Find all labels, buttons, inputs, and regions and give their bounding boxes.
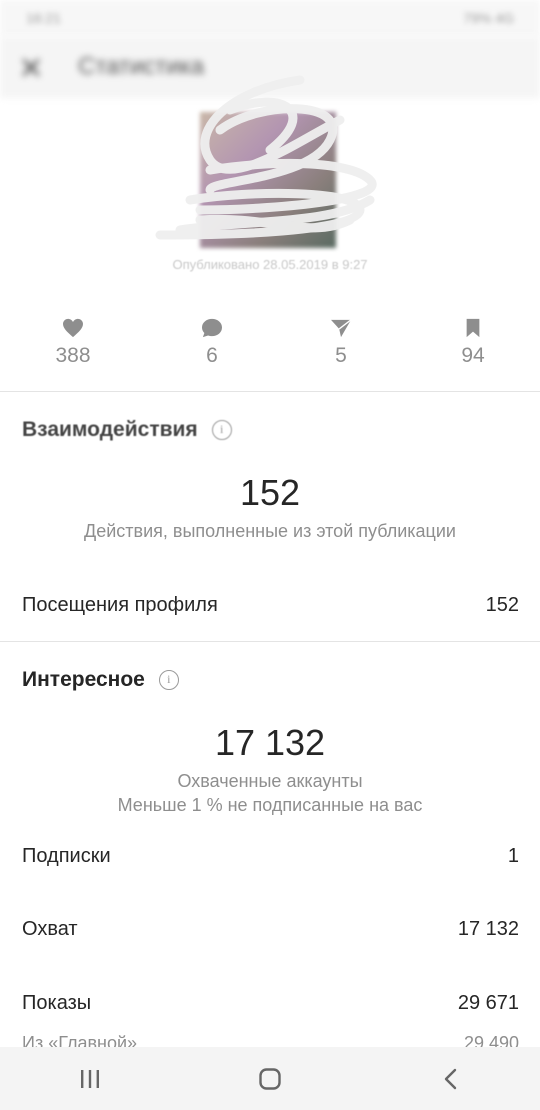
divider (0, 391, 540, 392)
bookmark-icon (466, 318, 480, 338)
heart-icon (63, 318, 83, 338)
info-icon[interactable]: i (158, 670, 179, 690)
row-profile-visits: Посещения профиля 152 (22, 594, 519, 617)
likes-count: 388 (55, 344, 91, 367)
row-follows: Подписки 1 (22, 845, 519, 868)
back-button[interactable] (420, 1059, 480, 1099)
discovery-title-text: Интересное (22, 668, 145, 691)
row-label: Охват (22, 918, 78, 940)
home-icon (259, 1067, 281, 1090)
saves-count: 94 (461, 344, 485, 367)
interactions-caption: Действия, выполненные из этой публикации (84, 521, 456, 541)
shares-count: 5 (335, 344, 347, 367)
home-button[interactable] (240, 1059, 300, 1099)
back-icon (444, 1068, 457, 1089)
stat-comments: 6 (172, 318, 252, 368)
scribble-redaction (155, 75, 377, 240)
row-label: Подписки (22, 845, 111, 867)
discovery-caption-2: Меньше 1 % не подписанные на вас (117, 795, 423, 815)
discovery-total: 17 132 (214, 722, 326, 763)
stat-likes: 388 (33, 318, 113, 368)
published-date: Опубликовано 28.05.2019 в 9:27 (172, 257, 368, 272)
row-label: Посещения профиля (22, 594, 218, 616)
row-value: 152 (485, 594, 519, 616)
recents-icon (81, 1069, 99, 1088)
discovery-title: Интересное i (22, 668, 179, 692)
navigation-bar (0, 1047, 540, 1110)
row-value: 1 (507, 845, 519, 867)
row-reach: Охват 17 132 (22, 918, 519, 941)
comment-icon (202, 318, 222, 338)
row-value: 17 132 (457, 918, 519, 940)
discovery-caption-1: Охваченные аккаунты (177, 771, 363, 791)
status-time: 16:21 (26, 10, 62, 26)
row-value: 29 671 (457, 992, 519, 1014)
row-impressions: Показы 29 671 (22, 992, 519, 1015)
info-icon[interactable]: i (211, 420, 232, 440)
status-bar: 16:21 79% 4G (0, 0, 540, 36)
row-label: Показы (22, 992, 92, 1014)
stat-saves: 94 (433, 318, 513, 368)
recents-button[interactable] (60, 1059, 120, 1099)
close-icon[interactable] (20, 56, 42, 78)
stat-shares: 5 (301, 318, 381, 368)
send-icon (331, 319, 352, 338)
status-indicators: 79% 4G (463, 10, 514, 26)
divider (0, 641, 540, 642)
interactions-title: Взаимодействия i (22, 418, 232, 442)
interactions-title-text: Взаимодействия (22, 418, 198, 441)
stats-row: 388 6 5 94 (0, 318, 540, 378)
comments-count: 6 (206, 344, 218, 367)
interactions-total: 152 (239, 472, 301, 513)
